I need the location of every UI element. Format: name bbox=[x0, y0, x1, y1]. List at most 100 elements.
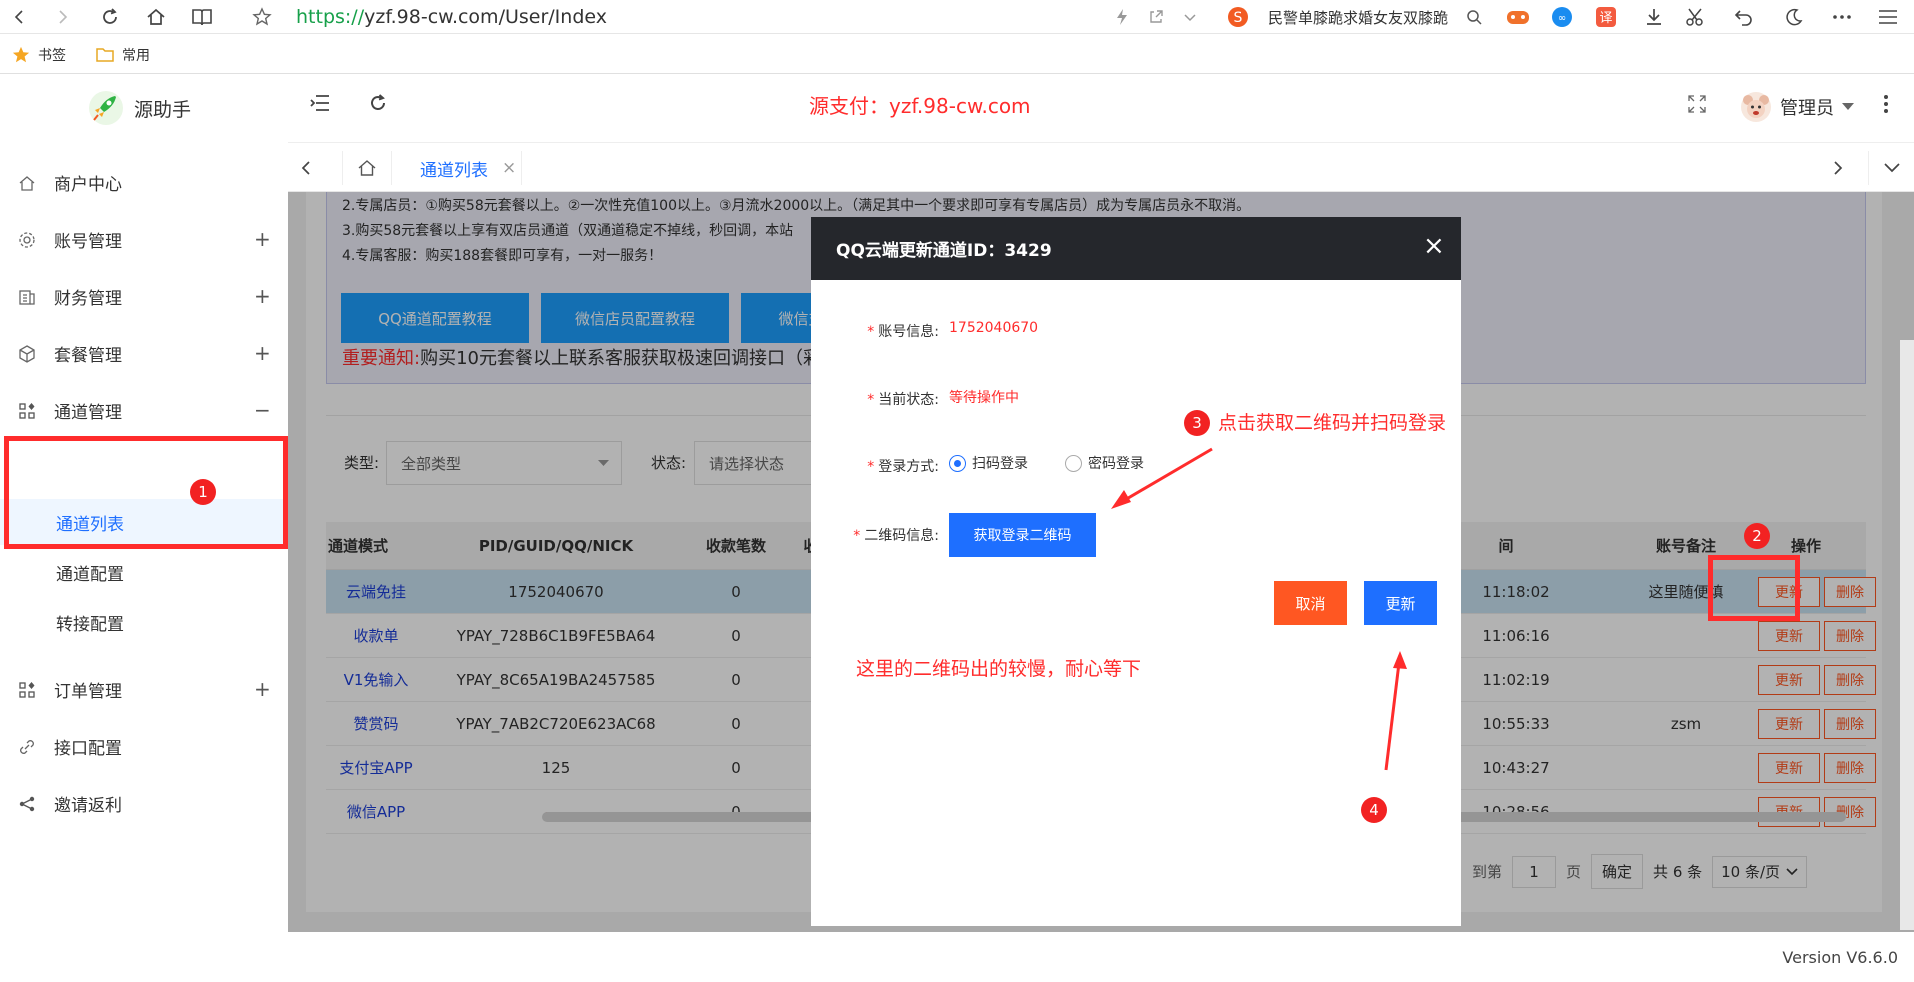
sidebar-item-finance[interactable]: 财务管理 + bbox=[0, 273, 288, 319]
expand-toggle[interactable]: + bbox=[254, 677, 271, 701]
sidebar-item-label: 商户中心 bbox=[54, 174, 122, 195]
tab-home[interactable] bbox=[342, 151, 392, 185]
sidebar-item-label: 通道管理 bbox=[54, 402, 122, 423]
expand-toggle[interactable]: + bbox=[254, 284, 271, 308]
collapse-toggle[interactable]: − bbox=[254, 398, 271, 422]
share-page-icon[interactable] bbox=[1142, 3, 1170, 31]
address-bar[interactable]: https://yzf.98-cw.com/User/Index bbox=[296, 6, 607, 28]
moon-icon[interactable] bbox=[1780, 3, 1808, 31]
dialog-title: QQ云端更新通道ID：3429 bbox=[836, 241, 1052, 261]
sidebar-item-label: 邀请返利 bbox=[54, 795, 122, 816]
game-icon[interactable] bbox=[1504, 3, 1532, 31]
tabs-scroll-left-icon[interactable] bbox=[300, 151, 312, 185]
radio-label: 扫码登录 bbox=[972, 456, 1028, 472]
sidebar-item-invite[interactable]: 邀请返利 bbox=[0, 780, 288, 826]
more-icon[interactable] bbox=[1828, 3, 1856, 31]
admin-menu[interactable]: 管理员 bbox=[1740, 91, 1854, 123]
account-info-label: * 账号信息: bbox=[867, 324, 939, 340]
search-icon[interactable] bbox=[1460, 3, 1488, 31]
sogou-search-icon[interactable]: S bbox=[1224, 3, 1252, 31]
extension-icon[interactable]: ∞ bbox=[1548, 3, 1576, 31]
svg-text:译: 译 bbox=[1599, 11, 1612, 26]
undo-icon[interactable] bbox=[1730, 3, 1758, 31]
star-icon bbox=[12, 46, 30, 63]
qrcode-info-label: * 二维码信息: bbox=[853, 528, 939, 544]
more-vertical-icon[interactable] bbox=[1883, 94, 1889, 114]
close-icon[interactable]: × bbox=[1423, 231, 1445, 261]
refresh-icon[interactable] bbox=[368, 93, 388, 113]
fullscreen-icon[interactable] bbox=[1688, 95, 1706, 113]
lightning-icon[interactable] bbox=[1108, 3, 1136, 31]
page-scrollbar[interactable] bbox=[1900, 340, 1914, 930]
reader-icon[interactable] bbox=[188, 3, 216, 31]
sidebar-item-channel[interactable]: 通道管理 − bbox=[0, 387, 288, 433]
sidebar-item-label: 订单管理 bbox=[54, 681, 122, 702]
expand-toggle[interactable]: + bbox=[254, 227, 271, 251]
sidebar-item-api-config[interactable]: 接口配置 bbox=[0, 723, 288, 769]
top-header: 源支付：yzf.98-cw.com 管理员 bbox=[288, 74, 1914, 134]
link-icon bbox=[20, 740, 34, 754]
tabs-bar: 通道列表 × bbox=[288, 142, 1914, 192]
rocket-logo-icon bbox=[89, 91, 123, 125]
avatar bbox=[1741, 92, 1771, 122]
radio-unchecked-icon bbox=[1065, 454, 1082, 472]
sidebar-item-merchant-center[interactable]: 商户中心 bbox=[0, 159, 288, 205]
sidebar-item-orders[interactable]: 订单管理 + bbox=[0, 666, 288, 712]
sidebar-item-account[interactable]: 账号管理 + bbox=[0, 216, 288, 262]
admin-label: 管理员 bbox=[1780, 98, 1834, 119]
sidebar-subitem-label: 转接配置 bbox=[56, 614, 124, 635]
home-icon bbox=[358, 160, 376, 176]
expand-toggle[interactable]: + bbox=[254, 341, 271, 365]
radio-password-login[interactable]: 密码登录 bbox=[1065, 453, 1144, 473]
scissors-icon[interactable] bbox=[1682, 3, 1710, 31]
svg-text:∞: ∞ bbox=[1558, 13, 1566, 24]
sidebar-item-package[interactable]: 套餐管理 + bbox=[0, 330, 288, 376]
bookmark-item[interactable]: 常用 bbox=[96, 45, 150, 65]
folder-icon bbox=[96, 48, 114, 62]
translate-icon[interactable]: 译 bbox=[1592, 3, 1620, 31]
tab-channel-list[interactable]: 通道列表 × bbox=[392, 151, 522, 185]
download-icon[interactable] bbox=[1640, 3, 1668, 31]
tabs-scroll-right-icon[interactable] bbox=[1832, 151, 1844, 185]
highlight-box-sidebar bbox=[4, 436, 288, 549]
current-status-value: 等待操作中 bbox=[949, 390, 1019, 406]
radio-scan-login[interactable]: 扫码登录 bbox=[949, 453, 1028, 473]
site-banner-text: 源支付：yzf.98-cw.com bbox=[809, 94, 1031, 118]
step3-instruction: 点击获取二维码并扫码登录 bbox=[1218, 412, 1447, 434]
url-path: yzf.98-cw.com/User/Index bbox=[364, 6, 607, 28]
current-status-label: * 当前状态: bbox=[867, 392, 939, 408]
forward-icon[interactable] bbox=[48, 3, 76, 31]
menu-icon[interactable] bbox=[1874, 3, 1902, 31]
caret-down-icon bbox=[1842, 103, 1854, 110]
box-icon bbox=[19, 345, 35, 363]
bookmark-item[interactable]: 书签 bbox=[12, 45, 66, 65]
get-qrcode-button[interactable]: 获取登录二维码 bbox=[949, 513, 1096, 557]
footer: Version V6.6.0 bbox=[288, 932, 1914, 982]
close-tab-icon[interactable]: × bbox=[502, 158, 516, 178]
sidebar-item-label: 接口配置 bbox=[54, 738, 122, 759]
sidebar-subitem-channel-config[interactable]: 通道配置 bbox=[0, 549, 288, 595]
news-ticker[interactable]: 民警单膝跪求婚女友双膝跪 bbox=[1268, 7, 1468, 28]
dialog-header: QQ云端更新通道ID：3429 × bbox=[811, 217, 1461, 280]
sidebar-subitem-transfer-config[interactable]: 转接配置 bbox=[0, 599, 288, 645]
apps-icon bbox=[19, 403, 35, 419]
bookmark-label: 书签 bbox=[38, 48, 66, 64]
collapse-menu-icon[interactable] bbox=[310, 94, 330, 112]
step-badge-3: 3 bbox=[1184, 410, 1210, 436]
radio-checked-icon bbox=[949, 454, 966, 472]
chevron-down-icon[interactable] bbox=[1176, 3, 1204, 31]
bookmark-star-icon[interactable] bbox=[248, 3, 276, 31]
tabs-dropdown-icon[interactable] bbox=[1868, 151, 1914, 185]
cancel-button[interactable]: 取消 bbox=[1274, 581, 1347, 625]
update-button[interactable]: 更新 bbox=[1364, 581, 1437, 625]
home-icon[interactable] bbox=[142, 3, 170, 31]
sidebar-subitem-label: 通道配置 bbox=[56, 564, 124, 585]
logo-text: 源助手 bbox=[134, 98, 192, 121]
logo[interactable]: 源助手 bbox=[88, 90, 191, 126]
step-badge-4: 4 bbox=[1361, 797, 1387, 823]
login-method-label: * 登录方式: bbox=[867, 459, 939, 475]
share-icon bbox=[19, 796, 35, 812]
back-icon[interactable] bbox=[6, 3, 34, 31]
reload-icon[interactable] bbox=[96, 3, 124, 31]
qrcode-note: 这里的二维码出的较慢，耐心等下 bbox=[856, 658, 1142, 680]
